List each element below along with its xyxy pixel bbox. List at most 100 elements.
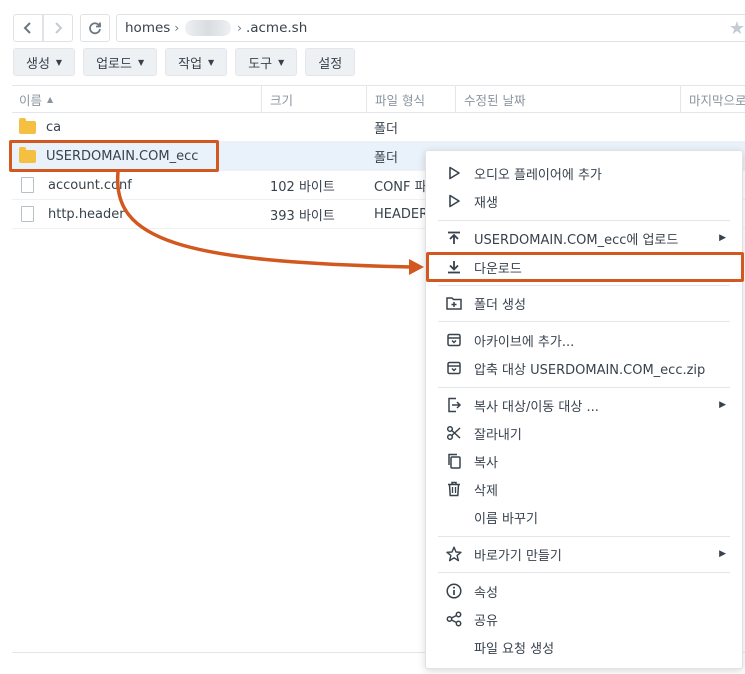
info-icon (444, 581, 464, 601)
path-root[interactable]: homes (125, 20, 170, 36)
column-size-label: 크기 (270, 93, 294, 108)
settings-label: 설정 (318, 56, 343, 72)
column-last-label: 마지막으로 (689, 93, 745, 108)
type-cell: 폴더 (374, 121, 398, 137)
chevron-left-icon (23, 22, 31, 34)
submenu-arrow-icon: ▶ (719, 549, 726, 559)
back-button[interactable] (13, 14, 43, 42)
upload-icon (444, 228, 464, 248)
play-outline-icon (444, 163, 464, 183)
navigation-bar: homes › › .acme.sh ★ (0, 0, 745, 42)
forward-button[interactable] (43, 14, 73, 42)
caret-down-icon: ▼ (55, 57, 63, 67)
file-name: account.conf (48, 177, 132, 193)
play-outline-icon (444, 191, 464, 211)
file-name: ca (46, 119, 62, 135)
create-button[interactable]: 생성 ▼ (13, 48, 76, 76)
menu-item-copy[interactable]: 복사 (426, 448, 742, 474)
menu-divider (438, 536, 730, 537)
file-icon (21, 206, 34, 222)
menu-item-rename[interactable]: 이름 바꾸기 (426, 504, 742, 530)
menu-item-copy-move-to[interactable]: 복사 대상/이동 대상 ... ▶ (426, 392, 742, 418)
table-row[interactable]: ca 폴더 (12, 113, 745, 142)
menu-item-label: 재생 (474, 195, 498, 211)
star-icon[interactable]: ★ (729, 18, 745, 39)
menu-item-create-folder[interactable]: 폴더 생성 (426, 290, 742, 316)
name-cell: account.conf (19, 171, 132, 199)
caret-down-icon: ▼ (137, 57, 145, 67)
action-label: 작업 (178, 56, 203, 72)
size-cell: 393 바이트 (270, 208, 335, 224)
selected-folder-highlight (9, 140, 219, 172)
menu-item-label: 잘라내기 (474, 427, 522, 443)
menu-item-delete[interactable]: 삭제 (426, 476, 742, 502)
menu-item-add-to-audio-player[interactable]: 오디오 플레이어에 추가 (426, 160, 742, 186)
settings-button[interactable]: 설정 (305, 48, 356, 76)
menu-divider (438, 321, 730, 322)
column-size[interactable]: 크기 (261, 86, 366, 113)
column-type[interactable]: 파일 형식 (366, 86, 455, 113)
menu-item-upload-to[interactable]: USERDOMAIN.COM_ecc에 업로드 ▶ (426, 225, 742, 251)
menu-item-create-file-request[interactable]: 파일 요청 생성 (426, 634, 742, 660)
caret-down-icon: ▼ (278, 57, 285, 67)
folder-icon (19, 117, 36, 134)
refresh-button[interactable] (80, 14, 110, 42)
menu-item-label: 삭제 (474, 483, 498, 499)
name-cell: http.header (19, 200, 125, 228)
action-button[interactable]: 작업 ▼ (165, 48, 228, 76)
menu-divider (438, 387, 730, 388)
menu-item-cut[interactable]: 잘라내기 (426, 420, 742, 446)
tools-label: 도구 (248, 56, 273, 72)
context-menu: 오디오 플레이어에 추가 재생 USERDOMAIN.COM_ecc에 업로드 … (425, 150, 743, 669)
toolbar: 생성 ▼ 업로드 ▼ 작업 ▼ 도구 ▼ 설정 (13, 48, 356, 76)
menu-divider (438, 572, 730, 573)
type-cell: 폴더 (374, 150, 398, 166)
chevron-right-icon (55, 22, 63, 34)
menu-item-label: 압축 대상 USERDOMAIN.COM_ecc.zip (474, 362, 706, 378)
path-separator: › (237, 21, 242, 35)
create-label: 생성 (26, 56, 50, 72)
menu-item-label: 파일 요청 생성 (474, 641, 555, 657)
archive-icon (444, 358, 464, 378)
tools-button[interactable]: 도구 ▼ (235, 48, 298, 76)
download-highlight (426, 252, 744, 282)
path-redacted-segment (185, 20, 232, 36)
menu-divider (438, 220, 730, 221)
file-name: http.header (48, 206, 125, 222)
menu-item-label: 복사 대상/이동 대상 ... (474, 399, 599, 415)
upload-label: 업로드 (96, 56, 132, 72)
menu-item-share[interactable]: 공유 (426, 606, 742, 632)
scissors-icon (444, 423, 464, 443)
menu-item-label: 이름 바꾸기 (474, 511, 538, 527)
column-last[interactable]: 마지막으로 (680, 86, 745, 113)
column-type-label: 파일 형식 (375, 93, 425, 108)
menu-item-label: 아카이브에 추가... (474, 334, 575, 350)
menu-item-compress-to-zip[interactable]: 압축 대상 USERDOMAIN.COM_ecc.zip (426, 355, 742, 381)
type-cell: HEADER (374, 206, 428, 222)
file-icon (21, 177, 34, 193)
menu-item-label: USERDOMAIN.COM_ecc에 업로드 (474, 232, 679, 248)
menu-item-add-to-archive[interactable]: 아카이브에 추가... (426, 327, 742, 353)
type-cell: CONF 파 (374, 179, 427, 195)
menu-item-play[interactable]: 재생 (426, 188, 742, 214)
refresh-icon (89, 22, 101, 35)
menu-item-create-shortcut[interactable]: 바로가기 만들기 ▶ (426, 541, 742, 567)
archive-icon (444, 330, 464, 350)
name-cell: ca (19, 113, 61, 141)
copy-move-icon (444, 395, 464, 415)
column-modified-label: 수정된 날짜 (464, 93, 526, 108)
column-name-label: 이름 (19, 93, 43, 108)
table-header: 이름 ▲ 크기 파일 형식 수정된 날짜 마지막으로 (12, 85, 745, 113)
menu-item-properties[interactable]: 속성 (426, 578, 742, 604)
column-name[interactable]: 이름 ▲ (12, 86, 261, 113)
star-outline-icon (444, 544, 464, 564)
submenu-arrow-icon: ▶ (719, 233, 726, 243)
path-leaf[interactable]: .acme.sh (246, 20, 307, 36)
caret-down-icon: ▼ (208, 57, 215, 67)
column-modified[interactable]: 수정된 날짜 (455, 86, 680, 113)
path-bar[interactable]: homes › › .acme.sh (116, 14, 745, 42)
upload-button[interactable]: 업로드 ▼ (83, 48, 158, 76)
menu-item-label: 오디오 플레이어에 추가 (474, 167, 602, 183)
menu-divider (438, 285, 730, 286)
menu-item-label: 복사 (474, 455, 498, 471)
